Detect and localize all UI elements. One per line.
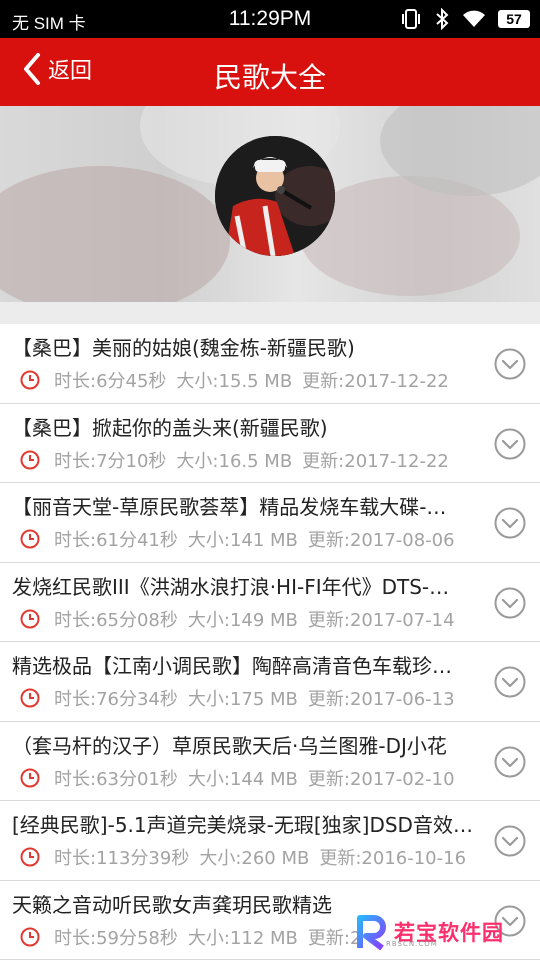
song-size: 大小:112 MB <box>187 927 298 949</box>
clock-icon <box>20 927 40 946</box>
song-duration: 时长:113分39秒 <box>54 848 190 869</box>
song-meta: 时长:113分39秒 大小:260 MB 更新:2016-10-16 <box>20 844 476 870</box>
song-list-item[interactable]: 精选极品【江南小调民歌】陶醉高清音色车载珍… 时长:76分34秒 大小:175 MB… <box>0 642 540 722</box>
song-size: 大小:149 MB <box>187 609 298 631</box>
song-updated: 更新:2016-10-16 <box>319 848 467 869</box>
song-size: 大小:260 MB <box>199 848 310 869</box>
logo-r-icon <box>357 915 386 950</box>
song-size: 大小:144 MB <box>187 768 298 790</box>
clock-icon <box>20 370 40 390</box>
song-duration: 时长:61分41秒 <box>54 530 178 551</box>
song-list-item[interactable]: 发烧红民歌III《洪湖水浪打浪·HI-FI年代》DTS-… 时长:65分08秒 大小… <box>0 562 540 642</box>
clock-icon <box>20 847 40 867</box>
clock-icon <box>20 450 40 469</box>
clock-icon <box>20 609 40 628</box>
song-meta: 时长:61分41秒 大小:141 MB 更新:2017-08-06 <box>20 526 465 552</box>
song-duration: 时长:63分01秒 <box>54 768 178 790</box>
song-updated: 更新:2017-06-13 <box>307 689 455 710</box>
song-size: 大小:16.5 MB <box>176 450 293 472</box>
song-duration: 时长:65分08秒 <box>54 609 178 631</box>
song-meta: 时长:7分10秒 大小:16.5 MB 更新:2017-12-22 <box>20 447 459 473</box>
section-divider <box>0 302 540 324</box>
song-list-item[interactable]: 【桑巴】美丽的姑娘(魏金栋-新疆民歌) 时长:6分45秒 大小:15.5 MB 更新:… <box>0 324 540 404</box>
song-size: 大小:175 MB <box>187 689 298 710</box>
song-title: （套马杆的汉子）草原民歌天后·乌兰图雅-DJ小花 <box>12 733 447 758</box>
song-list: 【桑巴】美丽的姑娘(魏金栋-新疆民歌) 时长:6分45秒 大小:15.5 MB 更新:… <box>0 324 540 960</box>
chevron-down-icon[interactable] <box>494 428 526 460</box>
singer-avatar <box>215 136 335 256</box>
song-list-item[interactable]: 【桑巴】掀起你的盖头来(新疆民歌) 时长:7分10秒 大小:16.5 MB 更新:20… <box>0 403 540 483</box>
wifi-icon <box>463 10 485 27</box>
chevron-down-icon[interactable] <box>494 825 526 857</box>
song-size: 大小:141 MB <box>187 530 298 551</box>
chevron-down-icon[interactable] <box>494 587 526 619</box>
chevron-down-icon[interactable] <box>494 666 526 698</box>
song-updated: 更新:2017-12-22 <box>302 450 449 472</box>
chevron-down-icon[interactable] <box>494 507 526 539</box>
song-updated: 更新:2 <box>307 927 362 949</box>
song-updated: 更新:2017-08-06 <box>307 530 455 551</box>
song-meta: 时长:6分45秒 大小:15.5 MB 更新:2017-12-22 <box>20 367 459 393</box>
watermark-subtext: RBSCN.COM <box>386 940 438 948</box>
song-list-item[interactable]: （套马杆的汉子）草原民歌天后·乌兰图雅-DJ小花时长:63分01秒 大小:144 … <box>0 721 540 801</box>
status-icons: 57 <box>400 8 530 30</box>
battery-icon: 57 <box>498 10 530 28</box>
clock-icon <box>20 768 40 787</box>
status-bar: 无 SIM 卡 11:29PM 57 <box>0 0 540 38</box>
song-title: 发烧红民歌III《洪湖水浪打浪·HI-FI年代》DTS-… <box>12 574 450 599</box>
song-meta: 时长:76分34秒 大小:175 MB 更新:2017-06-13 <box>20 685 465 711</box>
bluetooth-icon <box>436 8 449 30</box>
song-updated: 更新:2017-07-14 <box>307 609 455 631</box>
song-list-item[interactable]: [经典民歌]-5.1声道完美烧录-无瑕[独家]DSD音效… 时长:113分39秒大… <box>0 801 540 881</box>
song-meta: 时长:59分58秒 大小:112 MB 更新:2 <box>20 924 371 950</box>
vibrate-icon <box>402 9 420 29</box>
title-bar: 返回 民歌大全 <box>0 38 540 106</box>
chevron-down-icon[interactable] <box>494 348 526 380</box>
song-title: [经典民歌]-5.1声道完美烧录-无瑕[独家]DSD音效… <box>12 813 473 837</box>
clock-icon <box>20 529 40 549</box>
song-list-item[interactable]: 【丽音天堂-草原民歌荟萃】精品发烧车载大碟-… 时长:61分41秒 大小:141 M… <box>0 483 540 563</box>
song-updated: 更新:2017-02-10 <box>307 768 455 790</box>
song-meta: 时长:63分01秒 大小:144 MB 更新:2017-02-10 <box>20 765 465 791</box>
song-updated: 更新:2017-12-22 <box>302 371 449 392</box>
song-size: 大小:15.5 MB <box>176 371 293 392</box>
watermark-logo: 若宝软件园 RBSCN.COM <box>356 912 504 952</box>
clock-icon <box>20 688 40 708</box>
song-duration: 时长:7分10秒 <box>54 450 167 472</box>
song-title: 【丽音天堂-草原民歌荟萃】精品发烧车载大碟-… <box>12 495 447 519</box>
page-title: 民歌大全 <box>213 61 326 94</box>
song-title: 精选极品【江南小调民歌】陶醉高清音色车载珍… <box>12 654 452 678</box>
song-duration: 时长:76分34秒 <box>54 689 178 710</box>
song-title: 【桑巴】美丽的姑娘(魏金栋-新疆民歌) <box>12 336 355 360</box>
chevron-down-icon[interactable] <box>494 746 526 778</box>
song-meta: 时长:65分08秒 大小:149 MB 更新:2017-07-14 <box>20 606 465 632</box>
song-duration: 时长:59分58秒 <box>54 927 178 949</box>
song-duration: 时长:6分45秒 <box>54 371 167 392</box>
header-banner-image <box>0 106 540 302</box>
song-title: 【桑巴】掀起你的盖头来(新疆民歌) <box>12 415 328 440</box>
